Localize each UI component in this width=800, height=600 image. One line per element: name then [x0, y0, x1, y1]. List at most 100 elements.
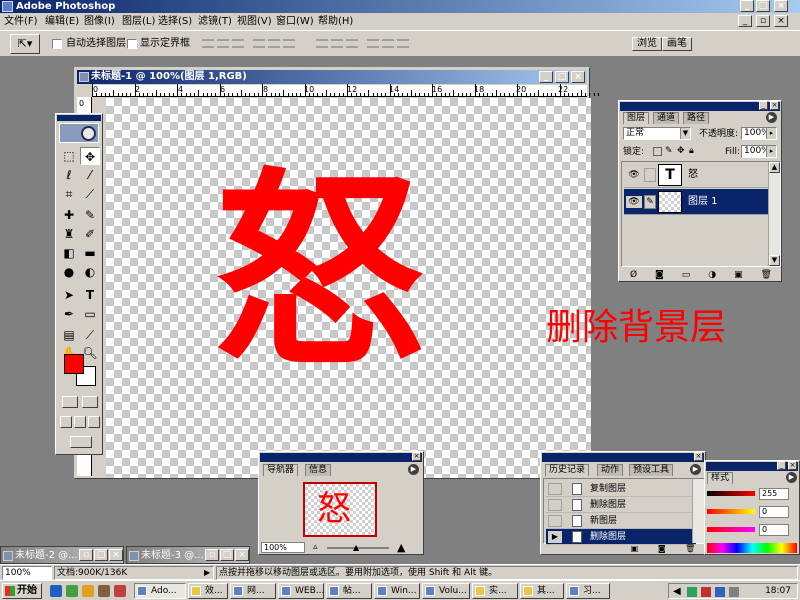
- outlook-icon[interactable]: [82, 585, 94, 597]
- tab-channels[interactable]: 通道: [653, 112, 680, 124]
- layer-visibility-eye-icon[interactable]: 👁︎: [626, 169, 642, 181]
- distribute-top-icon[interactable]: [316, 39, 328, 48]
- document-maximize-button[interactable]: □: [555, 71, 569, 83]
- blue-value-input[interactable]: 0: [759, 524, 789, 536]
- tab-info[interactable]: 信息: [305, 464, 332, 476]
- lock-all-icon[interactable]: 🔒︎: [689, 147, 694, 156]
- layers-palette-minimize-button[interactable]: _: [759, 101, 768, 110]
- lock-image-icon[interactable]: ✎: [665, 147, 673, 156]
- minimized-document-3[interactable]: 未标题-3 @... ▫ □ ×: [126, 546, 250, 564]
- canvas-transparent[interactable]: 怒: [106, 98, 591, 478]
- menu-file[interactable]: 文件(F): [4, 15, 38, 28]
- document-minimize-button[interactable]: _: [539, 71, 553, 83]
- history-snapshot-checkbox[interactable]: [548, 483, 562, 495]
- show-bounding-box-checkbox[interactable]: [127, 39, 137, 49]
- red-value-input[interactable]: 255: [759, 488, 789, 500]
- tab-tool-presets[interactable]: 预设工具: [629, 464, 674, 476]
- tab-layers[interactable]: 图层: [623, 112, 650, 124]
- zoom-out-icon[interactable]: ▵: [313, 542, 318, 553]
- align-hcenter-icon[interactable]: [268, 39, 280, 48]
- history-menu-icon[interactable]: ▶: [690, 464, 701, 475]
- menu-window[interactable]: 窗口(W): [276, 15, 314, 28]
- navigator-palette-drag-handle[interactable]: ×: [260, 452, 422, 462]
- path-selection-tool-icon[interactable]: ➤: [59, 286, 79, 304]
- task-folder-2[interactable]: 实...: [472, 583, 518, 599]
- screen-mode-standard-button[interactable]: [60, 416, 72, 428]
- blur-tool-icon[interactable]: ●: [59, 263, 79, 281]
- green-value-input[interactable]: 0: [759, 506, 789, 518]
- tab-paths[interactable]: 路径: [683, 112, 710, 124]
- minimized-2-close-button[interactable]: ×: [109, 549, 123, 561]
- maximize-button[interactable]: □: [756, 0, 770, 12]
- new-layer-icon[interactable]: ▣: [734, 269, 743, 281]
- zoom-slider-thumb-icon[interactable]: ▲: [353, 543, 359, 552]
- history-item[interactable]: 复制图层: [546, 481, 696, 497]
- document-titlebar[interactable]: 未标题-1 @ 100%(图层 1,RGB) _ □ ×: [77, 70, 587, 84]
- minimized-3-close-button[interactable]: ×: [235, 549, 249, 561]
- layer-visibility-eye-icon[interactable]: 👁︎: [626, 196, 642, 208]
- dodge-tool-icon[interactable]: ◐: [80, 263, 100, 281]
- history-item-current[interactable]: ▶ 删除图层: [546, 529, 696, 545]
- task-web-2[interactable]: WEB...: [278, 583, 324, 599]
- move-tool-preset-picker[interactable]: ⇱▾: [10, 34, 40, 54]
- layers-palette-menu-icon[interactable]: ▶: [766, 112, 777, 123]
- minimized-2-restore-button[interactable]: ▫: [79, 549, 93, 561]
- layer-link-slot[interactable]: [644, 168, 656, 182]
- menu-help[interactable]: 帮助(H): [318, 15, 353, 28]
- color-ramp[interactable]: [707, 543, 797, 553]
- task-folder-1[interactable]: 效...: [188, 583, 228, 599]
- close-button[interactable]: ×: [774, 0, 788, 12]
- eyedropper-tool-icon[interactable]: ⟋: [80, 326, 100, 344]
- foreground-color-swatch[interactable]: [64, 354, 84, 374]
- task-photoshop[interactable]: Ado...: [134, 583, 186, 599]
- auto-select-layer-checkbox[interactable]: [52, 39, 62, 49]
- crop-tool-icon[interactable]: ⌗: [59, 185, 79, 203]
- align-right-icon[interactable]: [283, 39, 295, 48]
- history-snapshot-checkbox[interactable]: [548, 515, 562, 527]
- minimized-document-2[interactable]: 未标题-2 @... ▫ □ ×: [0, 546, 124, 564]
- history-close-button[interactable]: ×: [694, 452, 703, 461]
- status-info-arrow-icon[interactable]: ▶: [204, 568, 210, 578]
- zoom-in-icon[interactable]: ▲: [397, 542, 405, 553]
- task-doc[interactable]: 习...: [566, 583, 610, 599]
- distribute-bottom-icon[interactable]: [346, 39, 358, 48]
- styles-palette-close-button[interactable]: ×: [788, 461, 797, 470]
- blue-slider[interactable]: [707, 527, 755, 532]
- adjustment-layer-icon[interactable]: ◑: [708, 269, 716, 281]
- task-volume[interactable]: Volu...: [422, 583, 470, 599]
- distribute-vcenter-icon[interactable]: [331, 39, 343, 48]
- history-item[interactable]: 新图层: [546, 513, 696, 529]
- shape-tool-icon[interactable]: ▭: [80, 305, 100, 323]
- screen-mode-menubar-button[interactable]: [74, 416, 86, 428]
- gradient-tool-icon[interactable]: ▬: [80, 244, 100, 262]
- clock[interactable]: 18:07: [765, 584, 791, 598]
- canvas-text-layer[interactable]: 怒: [214, 158, 424, 388]
- trash-icon[interactable]: 🗑︎: [685, 544, 695, 554]
- palette-well-browser-tab[interactable]: 浏览: [632, 37, 662, 51]
- align-left-icon[interactable]: [253, 39, 265, 48]
- status-document-info[interactable]: 文档:900K/136K: [54, 566, 214, 580]
- layers-scrollbar[interactable]: ▲ ▼: [768, 162, 780, 266]
- layer-row-text[interactable]: 👁︎ T 怒: [624, 162, 772, 188]
- photoshop-logo-icon[interactable]: [59, 123, 99, 143]
- history-scrollbar[interactable]: [692, 479, 704, 543]
- media-icon[interactable]: [114, 585, 126, 597]
- navigator-preview[interactable]: 怒: [303, 482, 377, 537]
- history-brush-tool-icon[interactable]: ✐: [80, 225, 100, 243]
- antivirus-tray-icon[interactable]: [701, 587, 711, 597]
- doc-restore-button[interactable]: ▫: [756, 15, 770, 27]
- trash-icon[interactable]: 🗑︎: [761, 269, 772, 281]
- notes-tool-icon[interactable]: ▤: [59, 326, 79, 344]
- pen-tool-icon[interactable]: ✒: [59, 305, 79, 323]
- menu-image[interactable]: 图像(I): [84, 15, 115, 28]
- start-button[interactable]: 开始: [2, 583, 42, 599]
- marquee-tool-icon[interactable]: ⬚: [59, 147, 79, 165]
- menu-filter[interactable]: 滤镜(T): [198, 15, 232, 28]
- minimized-3-maximize-button[interactable]: □: [220, 549, 234, 561]
- ie-icon[interactable]: [50, 585, 62, 597]
- standard-mode-button[interactable]: [62, 396, 78, 408]
- new-document-icon[interactable]: ▣: [631, 544, 639, 554]
- styles-palette-minimize-button[interactable]: _: [777, 461, 786, 470]
- clone-stamp-tool-icon[interactable]: ♜: [59, 225, 79, 243]
- align-top-icon[interactable]: [202, 39, 214, 48]
